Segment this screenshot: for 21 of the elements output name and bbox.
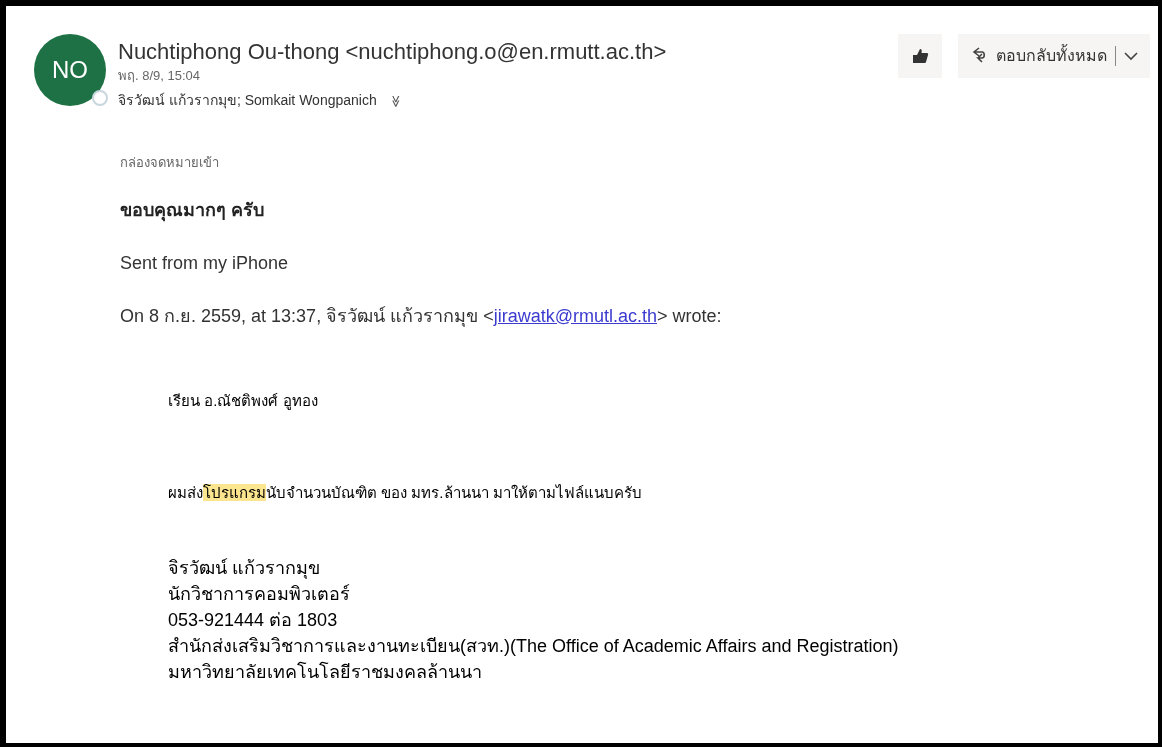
like-button[interactable]	[898, 34, 942, 78]
avatar: NO	[34, 34, 106, 106]
signature-text: Sent from my iPhone	[120, 251, 290, 275]
signature-line: จิรวัฒน์ แก้วรากมุข	[168, 556, 321, 581]
signature-line: นักวิชาการคอมพิวเตอร์	[168, 582, 351, 606]
thumbs-up-icon	[911, 48, 929, 64]
greeting-text: เรียน อ.ณัชติพงศ์ อูทอง	[168, 390, 319, 412]
folder-label: กล่องจดหมายเข้า	[120, 154, 220, 172]
more-options-button[interactable]	[1124, 51, 1138, 61]
signature-line: 053-921444 ต่อ 1803	[168, 608, 339, 632]
message-sentence: ผมส่งโปรแกรมนับจำนวนบัณฑิต ของ มทร.ล้านนา มาให้ตามไฟล์แนบครับ	[168, 483, 643, 503]
recipient-list[interactable]: จิรวัฒน์ แก้วรากมุข; Somkait Wongpanich	[118, 90, 377, 111]
quote-header: On 8 ก.ย. 2559, at 13:37, จิรวัฒน์ แก้วรากมุข <jirawatk@rmutl.ac.th> wrote:	[120, 304, 723, 329]
signature-line: สำนักส่งเสริมวิชาการและงานทะเบียน(สวท.)(The Office of Academic Affairs and Registration)	[168, 634, 900, 658]
chevron-down-icon	[1124, 51, 1138, 61]
signature-line: มหาวิทยาลัยเทคโนโลยีราชมงคลล้านนา	[168, 660, 483, 684]
email-link[interactable]: jirawatk@rmutl.ac.th	[493, 305, 657, 326]
reply-text: ขอบคุณมากๆ ครับ	[120, 198, 265, 224]
sender-name: Nuchtiphong Ou-thong <nuchtiphong.o@en.rmutt.ac.th>	[118, 38, 668, 66]
expand-recipients-button[interactable]: ≫	[389, 94, 402, 107]
sent-date: พฤ. 8/9, 15:04	[118, 67, 202, 85]
